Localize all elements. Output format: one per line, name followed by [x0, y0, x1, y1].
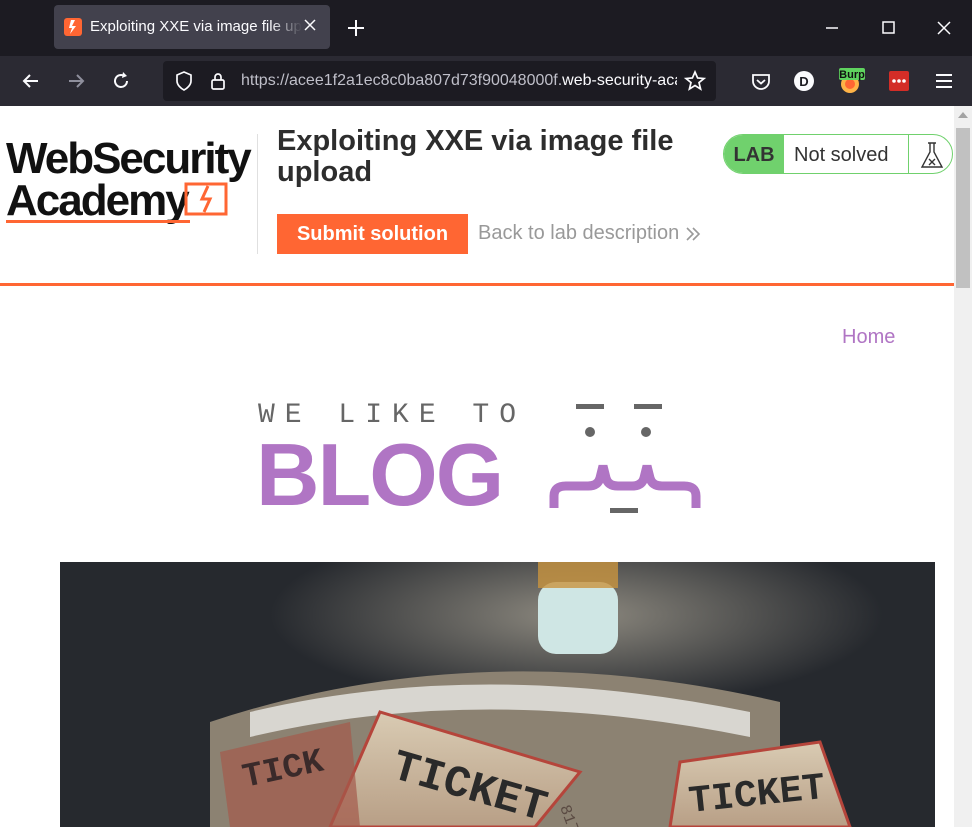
- url-text[interactable]: https://acee1f2a1ec8c0ba807d73f90048000f…: [241, 72, 677, 90]
- tab-title: Exploiting XXE via image file upload: [90, 18, 302, 35]
- scrollbar-thumb[interactable]: [956, 128, 970, 288]
- browser-tabbar: Exploiting XXE via image file upload: [0, 0, 972, 56]
- scroll-up-arrow-icon[interactable]: [958, 112, 968, 118]
- minimize-icon[interactable]: [820, 16, 844, 40]
- back-arrow-icon[interactable]: [19, 69, 43, 93]
- back-to-lab-description-link[interactable]: Back to lab description: [478, 222, 679, 245]
- lock-icon[interactable]: [207, 70, 229, 97]
- forward-arrow-icon[interactable]: [64, 69, 88, 93]
- maximize-icon[interactable]: [876, 16, 900, 40]
- page-content: WebSecurity Academy Exploiting XXE via i…: [0, 106, 972, 827]
- logo-line-2: Academy: [6, 176, 190, 225]
- blog-face-icon: [549, 404, 701, 513]
- page-scrollbar[interactable]: [954, 106, 972, 827]
- shield-icon[interactable]: [173, 70, 195, 97]
- lab-status-badge: LAB Not solved: [723, 134, 953, 174]
- new-tab-button[interactable]: [344, 16, 368, 40]
- address-bar[interactable]: https://acee1f2a1ec8c0ba807d73f90048000f…: [163, 61, 716, 101]
- browser-toolbar: https://acee1f2a1ec8c0ba807d73f90048000f…: [0, 56, 972, 106]
- hero-image: TICKET TICK TICKET 81720: [60, 562, 935, 827]
- lab-tag: LAB: [724, 135, 784, 173]
- blog-title: BLOG: [256, 425, 504, 524]
- portswigger-icon: [64, 18, 82, 36]
- dashlane-icon[interactable]: D: [791, 68, 817, 94]
- svg-text:D: D: [799, 74, 808, 89]
- blog-banner: WE LIKE TO BLOG: [256, 400, 702, 524]
- close-tab-icon[interactable]: [302, 17, 318, 33]
- burp-extension-icon[interactable]: Burp: [837, 68, 865, 94]
- svg-text:Burp: Burp: [839, 69, 865, 81]
- close-window-icon[interactable]: [932, 16, 956, 40]
- pocket-icon[interactable]: [748, 68, 774, 94]
- lab-status-text: Not solved: [794, 144, 889, 166]
- logo-underline: [6, 220, 190, 223]
- bookmark-star-icon[interactable]: [683, 69, 707, 98]
- bolt-icon: [184, 182, 228, 216]
- lab-title: Exploiting XXE via image file upload: [277, 125, 674, 188]
- nav-home-link[interactable]: Home: [842, 326, 895, 349]
- lastpass-icon[interactable]: [886, 68, 912, 94]
- menu-hamburger-icon[interactable]: [931, 68, 957, 94]
- web-security-academy-logo[interactable]: WebSecurity Academy: [6, 132, 254, 228]
- browser-tab[interactable]: Exploiting XXE via image file upload: [54, 5, 330, 49]
- double-chevron-right-icon[interactable]: [684, 224, 702, 244]
- reload-icon[interactable]: [109, 69, 133, 93]
- flask-icon: [908, 135, 952, 173]
- lab-header: WebSecurity Academy Exploiting XXE via i…: [0, 106, 954, 286]
- header-divider: [257, 134, 258, 254]
- submit-solution-button[interactable]: Submit solution: [277, 214, 468, 254]
